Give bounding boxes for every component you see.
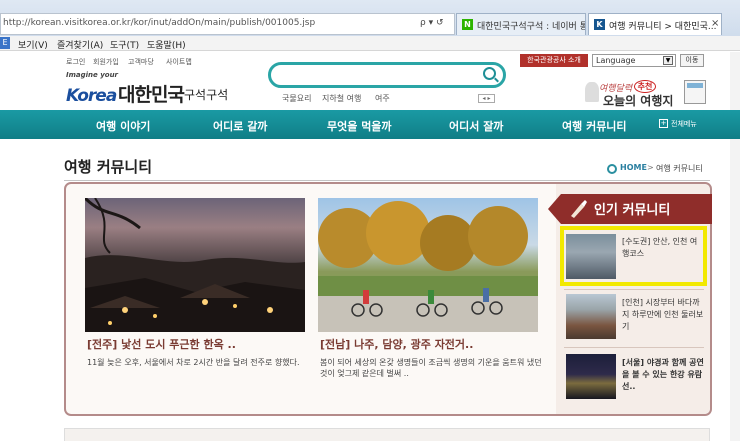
keyword-link[interactable]: 국물요리	[282, 93, 311, 104]
chevron-down-icon[interactable]: ▼	[663, 56, 673, 65]
naver-favicon-icon: N	[462, 19, 473, 30]
sitemap-link[interactable]: 사이트맵	[166, 57, 192, 67]
customer-link[interactable]: 고객마당	[128, 57, 154, 67]
kto-intro-button[interactable]: 한국관광공사 소개	[520, 54, 588, 67]
nav-where-to-stay[interactable]: 어디서 잘까	[449, 118, 503, 134]
menu-view[interactable]: 보기(V)	[18, 38, 48, 51]
popular-divider	[564, 289, 704, 290]
page-title: 여행 커뮤니티	[64, 158, 153, 176]
keyword-nav-arrows-icon[interactable]: ◂ ▸	[478, 94, 495, 103]
browser-tab-community[interactable]: K 여행 커뮤니티 > 대한민국...	[588, 13, 722, 35]
card-desc-naju: 봄이 되어 세상의 온갖 생명들이 조금씩 생명의 기운을 움트워 냈던 것이 …	[320, 358, 542, 378]
keyword-link[interactable]: 지하철 여행	[322, 93, 361, 104]
language-go-button[interactable]: 이동	[680, 54, 704, 67]
nav-where-to-go[interactable]: 어디로 갈까	[213, 118, 267, 134]
card-desc-jeonju: 11월 늦은 오후, 서울에서 차로 2시간 반을 달려 전주로 향했다.	[87, 358, 300, 367]
login-link[interactable]: 로그인	[66, 57, 85, 67]
popular-item-incheon[interactable]: [인천] 시장부터 바다까지 하루만에 인천 둘러보기	[622, 297, 704, 333]
browser-tab-naver[interactable]: N 대한민국구석구석 : 네이버 통...	[456, 13, 586, 35]
close-tab-icon[interactable]: ×	[711, 18, 719, 29]
highlight-annotation	[560, 226, 707, 286]
card-image-cycling[interactable]	[318, 198, 538, 332]
all-menu-button[interactable]: 전체메뉴	[671, 119, 697, 129]
ribbon-notch	[548, 194, 561, 224]
card-title-jeonju[interactable]: [전주] 낯선 도시 푸근한 한옥 ..	[87, 336, 236, 352]
cycling-illustration	[318, 201, 538, 332]
jeonju-night-illustration	[85, 198, 305, 332]
menu-help[interactable]: 도움말(H)	[147, 38, 186, 51]
popular-title: 인기 커뮤니티	[594, 203, 671, 218]
breadcrumb-current: 여행 커뮤니티	[656, 164, 703, 173]
ie-menu-icon[interactable]: E	[0, 37, 10, 49]
address-controls-icon[interactable]: ρ ▾ ↺	[420, 18, 444, 28]
keyword-link[interactable]: 여주	[375, 93, 390, 104]
logo-tagline: Imagine your	[66, 71, 119, 79]
tab-label: 대한민국구석구석 : 네이버 통...	[477, 22, 586, 32]
menu-favorites[interactable]: 즐겨찾기(A)	[57, 38, 103, 51]
signup-link[interactable]: 회원가입	[93, 57, 119, 67]
address-bar[interactable]: http://korean.visitkorea.or.kr/kor/inut/…	[0, 13, 455, 35]
promo-today-destination[interactable]: 오늘의 여행지	[603, 92, 673, 109]
nav-what-to-eat[interactable]: 무엇을 먹을까	[327, 118, 392, 134]
visitkorea-favicon-icon: K	[594, 19, 605, 30]
menu-bar: E 보기(V) 즐겨찾기(A) 도구(T) 도움말(H)	[0, 36, 740, 51]
tab-label: 여행 커뮤니티 > 대한민국...	[609, 22, 717, 32]
plus-icon[interactable]: +	[659, 119, 668, 128]
brush-icon	[571, 200, 587, 218]
breadcrumb-home[interactable]: HOME	[620, 163, 647, 172]
popular-divider	[564, 347, 704, 348]
popular-thumb-hangang[interactable]	[566, 354, 616, 399]
site-title[interactable]: 대한민국	[118, 80, 185, 107]
calendar-icon[interactable]	[684, 80, 706, 104]
site-subtitle: 구석구석	[184, 88, 229, 102]
card-image-jeonju-night[interactable]	[85, 198, 305, 332]
home-icon[interactable]	[607, 164, 617, 174]
popular-thumb-incheon[interactable]	[566, 294, 616, 339]
nav-community[interactable]: 여행 커뮤니티	[562, 118, 627, 134]
title-divider	[64, 180, 710, 181]
next-section-box	[64, 428, 710, 441]
nav-travel-story[interactable]: 여행 이야기	[96, 118, 150, 134]
address-url[interactable]: http://korean.visitkorea.or.kr/kor/inut/…	[3, 18, 315, 28]
search-icon[interactable]	[483, 67, 496, 80]
balloon-icon	[585, 82, 599, 102]
popular-item-hangang[interactable]: [서울] 야경과 함께 공연을 볼 수 있는 한강 유람선..	[622, 357, 704, 393]
korea-logo[interactable]: Korea	[66, 86, 117, 106]
breadcrumb-separator: >	[647, 163, 654, 172]
menu-tools[interactable]: 도구(T)	[110, 38, 139, 51]
card-title-naju[interactable]: [전남] 나주, 담양, 광주 자전거..	[320, 336, 473, 352]
search-input[interactable]	[268, 62, 506, 88]
